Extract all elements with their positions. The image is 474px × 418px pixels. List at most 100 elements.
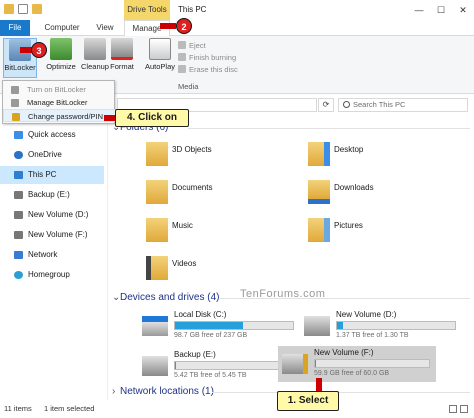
close-button[interactable]: ✕ [452,0,474,20]
drive-new-volume-d[interactable]: New Volume (D:) 1.37 TB free of 1.30 TB [300,308,460,344]
details-view-icon[interactable] [449,405,457,413]
drive-usage-fill [315,360,317,367]
network-icon [14,251,23,259]
cleanup-icon [84,38,106,60]
nav-item-quick-access[interactable]: Quick access [0,126,104,144]
erase-icon [178,65,186,73]
maximize-button[interactable]: ☐ [430,0,452,20]
callout-step-1: 1. Select [277,391,339,411]
folder-icon[interactable] [32,4,42,14]
status-selection: 1 item selected [44,404,95,413]
minimize-button[interactable]: — [408,0,430,20]
folder-documents[interactable]: Documents [146,180,286,210]
music-icon [146,218,168,242]
folder-desktop[interactable]: Desktop [308,142,448,172]
nav-item-backup-e[interactable]: Backup (E:) [0,186,104,204]
desktop-icon [308,142,330,166]
finish-burning-button[interactable]: Finish burning [178,51,238,63]
group-divider [188,128,470,129]
optimize-icon [50,38,72,60]
checkmark-icon[interactable] [18,4,28,14]
downloads-icon [308,180,330,204]
nav-item-new-volume-f[interactable]: New Volume (F:) [0,226,104,244]
nav-item-onedrive[interactable]: OneDrive [0,146,104,164]
callout-step-4: 4. Click on [115,109,189,127]
chevron-right-icon: › [112,386,116,397]
bitlocker-icon [11,99,19,107]
group-devices-header[interactable]: ⌄Devices and drives (4) [112,292,219,303]
drive-usage-fill [337,322,343,329]
window-title: This PC [178,5,207,14]
large-icons-view-icon[interactable] [460,405,468,413]
nav-item-new-volume-d[interactable]: New Volume (D:) [0,206,104,224]
refresh-button[interactable]: ⟳ [318,98,334,112]
menu-item-change-password[interactable]: Change password/PIN [3,109,116,122]
folder-3d-objects[interactable]: 3D Objects [146,142,286,172]
group-network-header[interactable]: › Network locations (1) [112,386,214,397]
folder-pictures[interactable]: Pictures [308,218,448,248]
view-toggle [449,405,468,413]
locked-drive-icon [282,354,308,374]
search-input[interactable]: Search This PC [338,98,468,112]
bitlocker-menu: Turn on BitLocker Manage BitLocker Chang… [2,80,116,124]
drive-icon [14,191,23,199]
chevron-down-icon: ⌄ [112,292,121,303]
drive-usage-bar [174,361,294,370]
burn-icon [178,53,186,61]
nav-item-this-pc[interactable]: This PC [0,166,104,184]
folder-music[interactable]: Music [146,218,286,248]
quick-access-toolbar [4,4,52,14]
eject-button[interactable]: Eject [178,39,238,51]
tab-view[interactable]: View [92,20,118,36]
window-controls: — ☐ ✕ [408,0,474,20]
drive-new-volume-f[interactable]: New Volume (F:) 59.9 GB free of 60.0 GB [278,346,436,382]
documents-icon [146,180,168,204]
media-commands: Eject Finish burning Erase this disc [178,39,238,75]
drive-icon [142,356,168,376]
autoplay-button[interactable]: AutoPlay [142,38,178,71]
title-bar: Drive Tools This PC — ☐ ✕ [0,0,474,20]
status-bar: 11 items 1 item selected [0,400,474,418]
drive-tools-contextual-tab: Drive Tools [124,0,170,20]
folder-downloads[interactable]: Downloads [308,180,448,210]
search-icon [343,101,350,108]
format-button[interactable]: Format [107,38,137,71]
drive-usage-bar [336,321,456,330]
content-pane: ⌄Folders (6) 3D Objects Desktop Document… [108,116,474,400]
erase-disc-button[interactable]: Erase this disc [178,63,238,75]
chevron-down-icon[interactable] [46,4,52,14]
drive-usage-bar [314,359,430,368]
drive-usage-fill [175,322,244,329]
callout-arrow [104,115,115,121]
star-icon [14,131,23,139]
menu-item-manage-bitlocker[interactable]: Manage BitLocker [3,96,116,109]
callout-arrow [160,23,176,29]
cloud-icon [14,151,23,159]
optimize-button[interactable]: Optimize [44,38,78,71]
ribbon-tabs: File Computer View Manage [0,20,474,37]
videos-icon [146,256,168,280]
drive-usage-bar [174,321,294,330]
windows-drive-icon [142,316,168,336]
folder-icon[interactable] [4,4,14,14]
nav-item-homegroup[interactable]: Homegroup [0,266,104,284]
tab-file[interactable]: File [0,20,30,36]
drive-usage-fill [175,362,177,369]
homegroup-icon [14,271,23,279]
menu-item-turn-on-bitlocker[interactable]: Turn on BitLocker [3,83,116,96]
3d-objects-icon [146,142,168,166]
drive-backup-e[interactable]: Backup (E:) 5.42 TB free of 5.45 TB [138,348,298,384]
tab-computer[interactable]: Computer [40,20,84,36]
pictures-icon [308,218,330,242]
navigation-pane: Quick access OneDrive This PC Backup (E:… [0,116,108,400]
drive-local-disk-c[interactable]: Local Disk (C:) 98.7 GB free of 237 GB [138,308,298,344]
nav-item-network[interactable]: Network [0,246,104,264]
drive-icon [14,231,23,239]
group-divider [212,392,470,393]
media-group-label: Media [178,82,199,91]
drive-icon [14,211,23,219]
eject-icon [178,41,186,49]
folder-videos[interactable]: Videos [146,256,286,286]
callout-step-2: 2 [176,18,192,34]
status-item-count: 11 items [4,404,32,413]
